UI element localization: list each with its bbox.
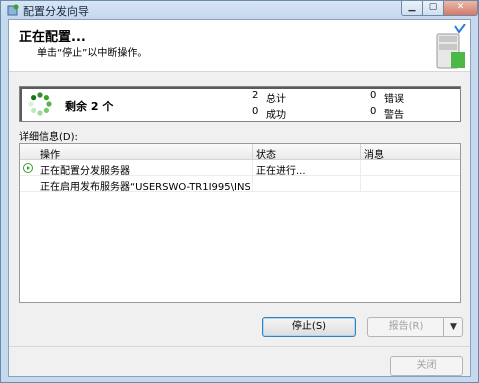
table-row[interactable]: 正在配置分发服务器 正在进行... bbox=[20, 160, 460, 177]
column-status[interactable]: 状态 bbox=[256, 146, 276, 161]
page-title: 正在配置... bbox=[19, 30, 86, 45]
stop-button[interactable]: 停止(S) bbox=[262, 317, 356, 337]
success-label: 成功 bbox=[266, 110, 286, 121]
in-progress-icon bbox=[23, 163, 33, 173]
success-count: 0 bbox=[252, 106, 259, 117]
column-action[interactable]: 操作 bbox=[40, 146, 60, 161]
report-button[interactable]: 报告(R) ▼ bbox=[367, 317, 463, 337]
total-label: 总计 bbox=[266, 94, 286, 105]
details-label: 详细信息(D): bbox=[19, 132, 78, 143]
row-action: 正在启用发布服务器“USERSWO-TR1I995\INSTA... bbox=[40, 182, 250, 193]
report-button-label: 报告(R) bbox=[388, 321, 424, 332]
title-bar: 配置分发向导 ▁ ▢ ✕ bbox=[1, 1, 478, 19]
grid-header: 操作 状态 消息 bbox=[20, 144, 460, 161]
table-row[interactable]: 正在启用发布服务器“USERSWO-TR1I995\INSTA... bbox=[20, 176, 460, 193]
server-icon bbox=[436, 24, 466, 69]
progress-spinner-icon bbox=[28, 92, 52, 116]
minimize-button[interactable]: ▁ bbox=[401, 1, 423, 16]
row-action: 正在配置分发服务器 bbox=[40, 166, 130, 177]
wizard-header: 正在配置... 单击“停止”以中断操作。 bbox=[9, 20, 470, 72]
total-count: 2 bbox=[252, 90, 259, 101]
remaining-count: 剩余 2 个 bbox=[65, 100, 114, 113]
column-message[interactable]: 消息 bbox=[364, 146, 384, 161]
summary-panel: 剩余 2 个 2 总计 0 成功 0 错误 0 警告 bbox=[19, 86, 461, 122]
warning-label: 警告 bbox=[384, 110, 404, 121]
error-count: 0 bbox=[370, 90, 377, 101]
page-subtitle: 单击“停止”以中断操作。 bbox=[37, 48, 148, 59]
close-window-button[interactable]: ✕ bbox=[443, 1, 478, 16]
wizard-window: 配置分发向导 ▁ ▢ ✕ 正在配置... 单击“停止”以中断操作。 剩余 2 个… bbox=[0, 0, 479, 383]
details-grid[interactable]: 操作 状态 消息 正在配置分发服务器 正在进行... 正在启用发布服务器“USE… bbox=[19, 143, 461, 303]
close-button[interactable]: 关闭 bbox=[390, 356, 463, 376]
row-status: 正在进行... bbox=[256, 166, 306, 177]
wizard-body: 正在配置... 单击“停止”以中断操作。 剩余 2 个 2 总计 0 成功 0 … bbox=[8, 19, 471, 377]
app-icon bbox=[7, 4, 19, 16]
warning-count: 0 bbox=[370, 106, 377, 117]
maximize-button[interactable]: ▢ bbox=[422, 1, 444, 16]
chevron-down-icon[interactable]: ▼ bbox=[443, 318, 463, 336]
error-label: 错误 bbox=[384, 94, 404, 105]
window-title: 配置分发向导 bbox=[23, 5, 89, 18]
